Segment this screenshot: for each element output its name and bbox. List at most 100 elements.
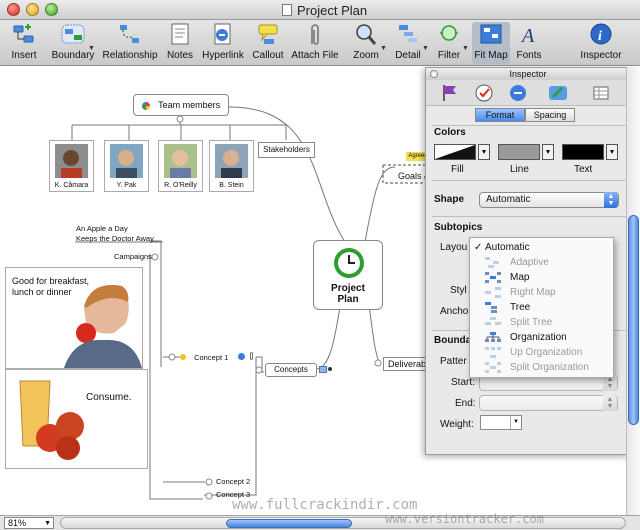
minimize-window-button[interactable] (26, 3, 39, 16)
person-card-stein[interactable]: B. Stein (209, 140, 254, 192)
text-label: Text (574, 164, 593, 175)
tab-format[interactable]: Format (475, 108, 525, 122)
campaigns-topic[interactable]: Campaigns (114, 252, 152, 261)
fill-color-menu-button[interactable]: ▼ (478, 144, 490, 160)
toolbar: Insert Boundary ▼ Relationship Notes Hyp… (0, 20, 640, 66)
attachment-badge-icon (250, 352, 254, 360)
weight-stepper[interactable]: ▼ (480, 415, 522, 430)
breakfast-image-card[interactable]: Good for breakfast, lunch or dinner (5, 267, 143, 369)
fill-color-well[interactable] (434, 144, 476, 160)
apple-note-line1: An Apple a Day (76, 224, 128, 233)
line-color-menu-button[interactable]: ▼ (542, 144, 554, 160)
concepts-topic[interactable]: Concepts (265, 363, 317, 377)
apple-juice-image-card[interactable]: Consume. (5, 369, 148, 469)
person-card-camara[interactable]: K. Câmara (49, 140, 94, 192)
boundary-icon (61, 24, 85, 44)
menu-item-right-map: Right Map (470, 285, 613, 300)
weight-field-label: Weight: (440, 419, 474, 430)
magnifier-icon (356, 24, 377, 45)
person-photo-icon (55, 144, 88, 178)
filter-menu-arrow-icon[interactable]: ▼ (462, 45, 469, 52)
split-organization-layout-icon (485, 362, 501, 373)
pattern-field-label: Patter (440, 356, 467, 367)
layout-grid-icon[interactable] (591, 83, 611, 103)
paperclip-icon (311, 24, 319, 45)
format-brush-icon[interactable] (548, 83, 568, 103)
boundary-menu-arrow-icon[interactable]: ▼ (88, 45, 95, 52)
toolbar-notes-button[interactable]: Notes (164, 22, 196, 64)
flag-icon[interactable] (440, 83, 460, 103)
boy-eating-apple-image (64, 284, 142, 368)
concepts-note-badge-icon (319, 366, 327, 373)
colors-section-header: Colors (434, 127, 466, 138)
text-color-well[interactable] (562, 144, 604, 160)
zoom-dropdown-arrow-icon: ▼ (44, 520, 51, 527)
vertical-scrollbar[interactable] (626, 67, 640, 515)
person-photo-icon (215, 144, 248, 178)
toolbar-detail-button[interactable]: Detail (392, 22, 424, 64)
divider (432, 125, 626, 126)
svg-text:A: A (520, 25, 535, 47)
line-color-well[interactable] (498, 144, 540, 160)
apple-note-line2: Keeps the Doctor Away (76, 234, 154, 243)
toolbar-relationship-button[interactable]: Relationship (100, 22, 160, 64)
shape-popup[interactable]: Automatic ▲ ▼ (479, 192, 619, 208)
menu-item-tree[interactable]: Tree (470, 300, 613, 315)
toolbar-boundary-button[interactable]: Boundary (48, 22, 98, 64)
fill-label: Fill (451, 164, 464, 175)
toolbar-filter-button[interactable]: Filter (432, 22, 466, 64)
menu-item-map[interactable]: Map (470, 270, 613, 285)
menu-item-automatic[interactable]: ✓ Automatic (470, 240, 613, 255)
horizontal-scroll-thumb[interactable] (226, 519, 352, 528)
toolbar-fit-map-button[interactable]: Fit Map (472, 22, 510, 64)
watermark-versiontracker: www.versiontracker.com (385, 512, 544, 526)
fit-map-icon (480, 24, 502, 44)
vertical-scroll-thumb[interactable] (628, 215, 639, 425)
team-members-topic[interactable]: Team members (133, 94, 229, 116)
toolbar-hyperlink-button[interactable]: Hyperlink (200, 22, 246, 64)
popup-arrows-icon: ▲ ▼ (604, 192, 618, 208)
divider (432, 180, 626, 181)
zoom-window-button[interactable] (45, 3, 58, 16)
toolbar-inspector-button[interactable]: i Inspector (578, 22, 624, 64)
document-proxy-icon[interactable] (282, 4, 292, 16)
stakeholders-topic[interactable]: Stakeholders (258, 142, 315, 158)
fill-gradient-icon (435, 145, 475, 159)
zoom-menu-arrow-icon[interactable]: ▼ (380, 45, 387, 52)
detail-menu-arrow-icon[interactable]: ▼ (422, 45, 429, 52)
hyperlink-icon (214, 23, 231, 45)
layout-field-label: Layou (440, 242, 468, 253)
person-card-pak[interactable]: Y. Pak (104, 140, 149, 192)
end-popup[interactable]: ▲ ▼ (479, 395, 618, 411)
menu-item-organization[interactable]: Organization (470, 330, 613, 345)
person-photo-icon (164, 144, 197, 178)
concept-1-topic[interactable]: Concept 1 (180, 352, 254, 362)
toolbar-callout-button[interactable]: Callout (250, 22, 286, 64)
concept-2-topic[interactable]: Concept 2 (216, 477, 250, 486)
close-window-button[interactable] (7, 3, 20, 16)
hyperlink-tab-icon[interactable] (508, 83, 528, 103)
split-tree-layout-icon (485, 317, 501, 325)
watermark-fullcrackindir: www.fullcrackindir.com (232, 497, 418, 513)
style-field-label: Styl (450, 285, 467, 296)
concept-color-icon (180, 354, 186, 360)
callout-icon (258, 24, 278, 44)
insert-topic-icon (13, 24, 34, 43)
weight-stepper-arrow-icon: ▼ (510, 416, 521, 429)
person-card-oreilly[interactable]: R. O'Reilly (158, 140, 203, 192)
inspector-title: Inspector (509, 69, 547, 79)
tab-spacing[interactable]: Spacing (525, 108, 575, 122)
line-label: Line (510, 164, 529, 175)
zoom-level-field[interactable]: 81% ▼ (4, 517, 54, 529)
text-color-menu-button[interactable]: ▼ (606, 144, 618, 160)
team-members-icon (141, 101, 150, 110)
toolbar-zoom-button[interactable]: Zoom (350, 22, 382, 64)
toolbar-fonts-button[interactable]: A Fonts (514, 22, 544, 64)
toolbar-insert-button[interactable]: Insert (6, 22, 42, 64)
menu-item-split-tree: Split Tree (470, 315, 613, 330)
detail-icon (399, 25, 417, 42)
task-clock-icon[interactable] (474, 83, 494, 103)
central-topic[interactable]: Project Plan (313, 240, 383, 310)
toolbar-attach-file-button[interactable]: Attach File (290, 22, 340, 64)
menu-item-split-organization: Split Organization (470, 360, 613, 375)
